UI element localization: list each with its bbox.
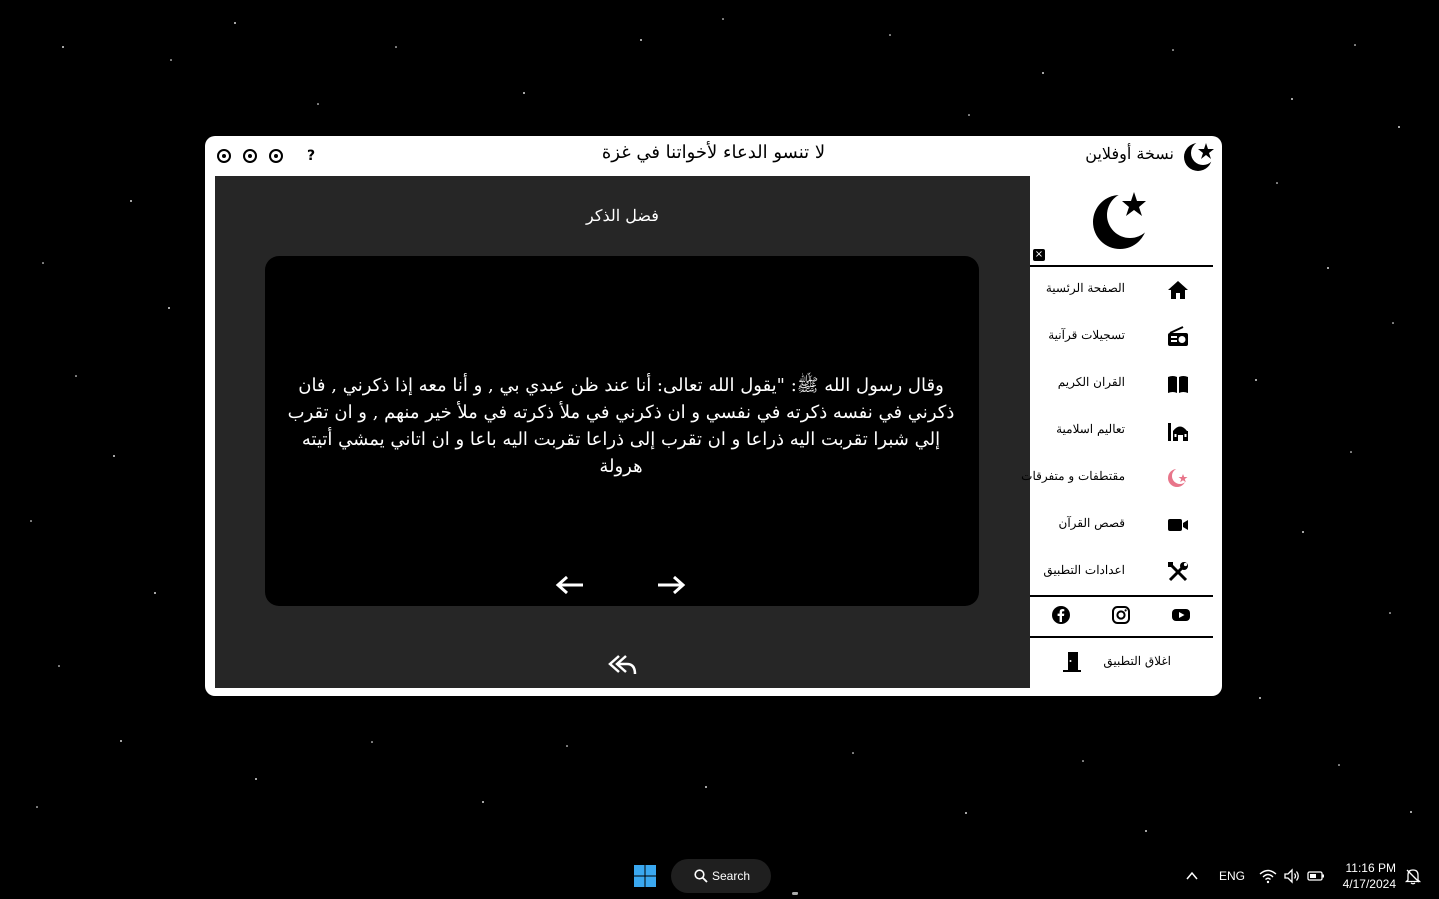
close-sidebar-button[interactable]: × — [1033, 249, 1045, 261]
exit-app-button[interactable]: اغلاق التطبيق — [1030, 639, 1213, 683]
instagram-icon[interactable] — [1111, 605, 1131, 625]
system-clock[interactable]: 11:16 PM 4/17/2024 — [1340, 860, 1396, 892]
home-icon — [1168, 281, 1188, 299]
youtube-icon[interactable] — [1171, 605, 1191, 625]
sidebar-item-settings[interactable]: اعدادات التطبيق — [1030, 549, 1213, 595]
exit-app-label: اغلاق التطبيق — [1103, 654, 1171, 668]
book-icon — [1168, 376, 1188, 393]
app-window: نسخة أوفلاين لا تنسو الدعاء لأخواتنا في … — [205, 136, 1222, 696]
sidebar-item-home[interactable]: الصفحة الرئسية — [1030, 267, 1213, 313]
tools-icon — [1168, 562, 1188, 582]
close-window-button[interactable] — [217, 149, 231, 163]
help-button[interactable]: ? — [307, 148, 315, 164]
page-title: فضل الذكر — [586, 206, 659, 225]
clock-time: 11:16 PM — [1345, 861, 1396, 875]
facebook-icon[interactable] — [1051, 605, 1071, 625]
search-label: Search — [712, 869, 751, 883]
taskbar-search-button[interactable]: Search — [671, 859, 771, 893]
divider — [1030, 636, 1213, 638]
arrow-left-icon[interactable] — [555, 574, 585, 596]
hadith-text: وقال رسول الله ﷺ: "يقول الله تعالى: أنا … — [287, 375, 955, 477]
sidebar-item-holy-quran[interactable]: القران الكريم — [1030, 361, 1213, 407]
sidebar-item-label: قصص القرآن — [1058, 516, 1126, 530]
sidebar-item-islamic-teachings[interactable]: تعاليم اسلامية — [1030, 408, 1213, 454]
sidebar-item-label: تسجيلات قرآنية — [1048, 328, 1125, 342]
sidebar-item-label: القران الكريم — [1057, 375, 1125, 389]
minimize-window-button[interactable] — [269, 149, 283, 163]
battery-icon[interactable] — [1307, 867, 1325, 885]
social-links — [1030, 596, 1213, 636]
sidebar-item-label: مقتطفات و متفرقات — [1021, 469, 1125, 483]
chevron-up-icon[interactable] — [1185, 869, 1199, 883]
crescent-star-icon — [1168, 468, 1188, 487]
mosque-icon — [1168, 423, 1188, 441]
sidebar-item-label: اعدادات التطبيق — [1043, 563, 1125, 577]
title-bar[interactable]: نسخة أوفلاين لا تنسو الدعاء لأخواتنا في … — [205, 136, 1222, 176]
exit-door-icon — [1063, 652, 1081, 672]
reply-all-back-icon[interactable] — [607, 652, 637, 678]
hadith-card: وقال رسول الله ﷺ: "يقول الله تعالى: أنا … — [265, 256, 979, 606]
radio-icon — [1168, 326, 1188, 346]
sidebar-item-quran-recordings[interactable]: تسجيلات قرآنية — [1030, 314, 1213, 360]
sidebar-item-label: الصفحة الرئسية — [1045, 281, 1125, 295]
wifi-icon[interactable] — [1259, 867, 1277, 885]
video-camera-icon — [1168, 519, 1188, 531]
maximize-window-button[interactable] — [243, 149, 257, 163]
volume-icon[interactable] — [1283, 867, 1301, 885]
sidebar-item-label: تعاليم اسلامية — [1056, 422, 1125, 436]
running-app-indicator — [792, 892, 798, 895]
notification-bell-icon[interactable] — [1404, 867, 1422, 885]
windows-start-icon[interactable] — [633, 864, 657, 888]
sidebar-item-quran-stories[interactable]: قصص القرآن — [1030, 502, 1213, 548]
search-icon — [694, 869, 708, 883]
sidebar: × الصفحة الرئسية تسجيلات قرآنية القران ا… — [1021, 176, 1213, 688]
crescent-star-logo-icon — [1093, 192, 1153, 249]
clock-date: 4/17/2024 — [1342, 877, 1396, 891]
main-panel: فضل الذكر وقال رسول الله ﷺ: "يقول الله ت… — [215, 176, 1030, 688]
arrow-right-icon[interactable] — [656, 574, 686, 596]
sidebar-item-excerpts[interactable]: مقتطفات و متفرقات — [1021, 455, 1213, 501]
taskbar: Search ENG 11:16 PM 4/17/2024 — [0, 852, 1439, 899]
banner-text: لا تنسو الدعاء لأخواتنا في غزة — [601, 142, 826, 163]
language-indicator[interactable]: ENG — [1219, 869, 1245, 883]
